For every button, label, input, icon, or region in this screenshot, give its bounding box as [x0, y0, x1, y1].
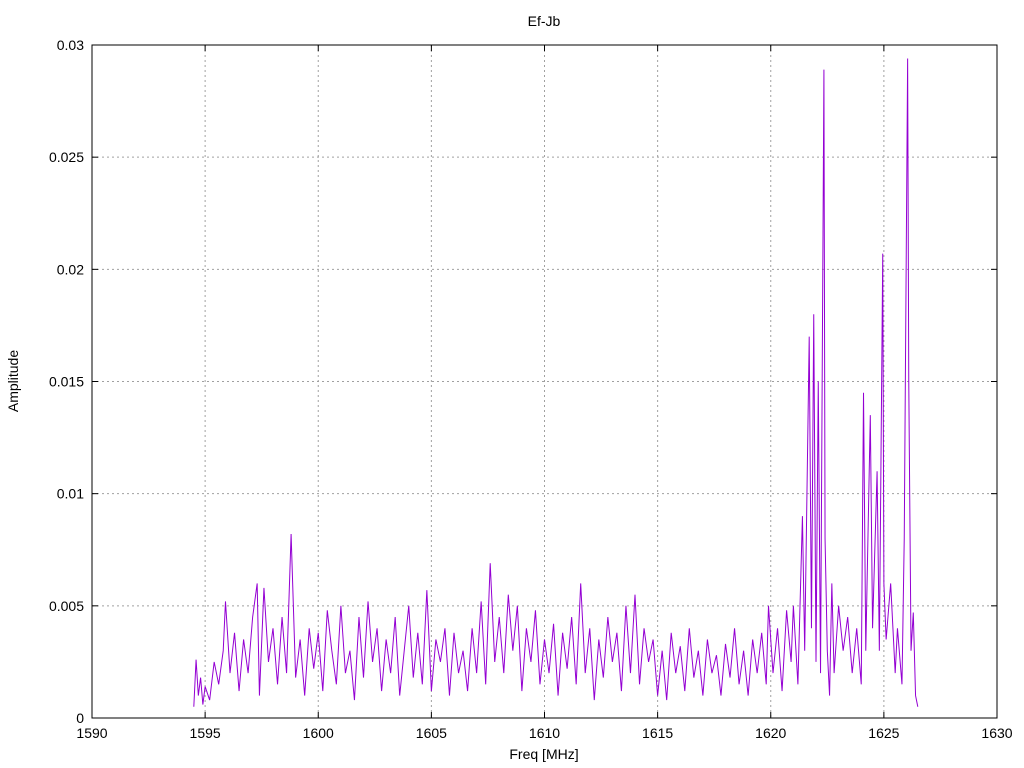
x-tick-label: 1590 [76, 725, 107, 741]
y-axis-label: Amplitude [5, 350, 21, 412]
y-tick-label: 0.025 [49, 149, 84, 165]
x-tick-label: 1620 [755, 725, 786, 741]
x-tick-label: 1625 [868, 725, 899, 741]
chart-title: Ef-Jb [528, 13, 561, 29]
y-tick-label: 0.02 [57, 261, 84, 277]
y-tick-label: 0.005 [49, 598, 84, 614]
grid-lines [92, 45, 997, 718]
x-tick-label: 1610 [529, 725, 560, 741]
x-tick-label: 1605 [416, 725, 447, 741]
y-tick-label: 0 [76, 710, 84, 726]
series-group [193, 58, 919, 707]
x-tick-label: 1595 [190, 725, 221, 741]
series-line [193, 58, 919, 707]
y-tick-label: 0.01 [57, 486, 84, 502]
y-tick-label: 0.015 [49, 374, 84, 390]
axes-group: 1590 1595 1600 1605 1610 1615 1620 1625 1630 0 0.0… [49, 37, 1013, 741]
line-chart: Ef-Jb 1590 1595 1600 1605 1610 1615 1620 1625 16… [5, 13, 1013, 762]
x-tick-label: 1630 [981, 725, 1012, 741]
x-tick-label: 1600 [303, 725, 334, 741]
x-tick-label: 1615 [642, 725, 673, 741]
y-tick-label: 0.03 [57, 37, 84, 53]
x-axis-label: Freq [MHz] [509, 746, 578, 762]
